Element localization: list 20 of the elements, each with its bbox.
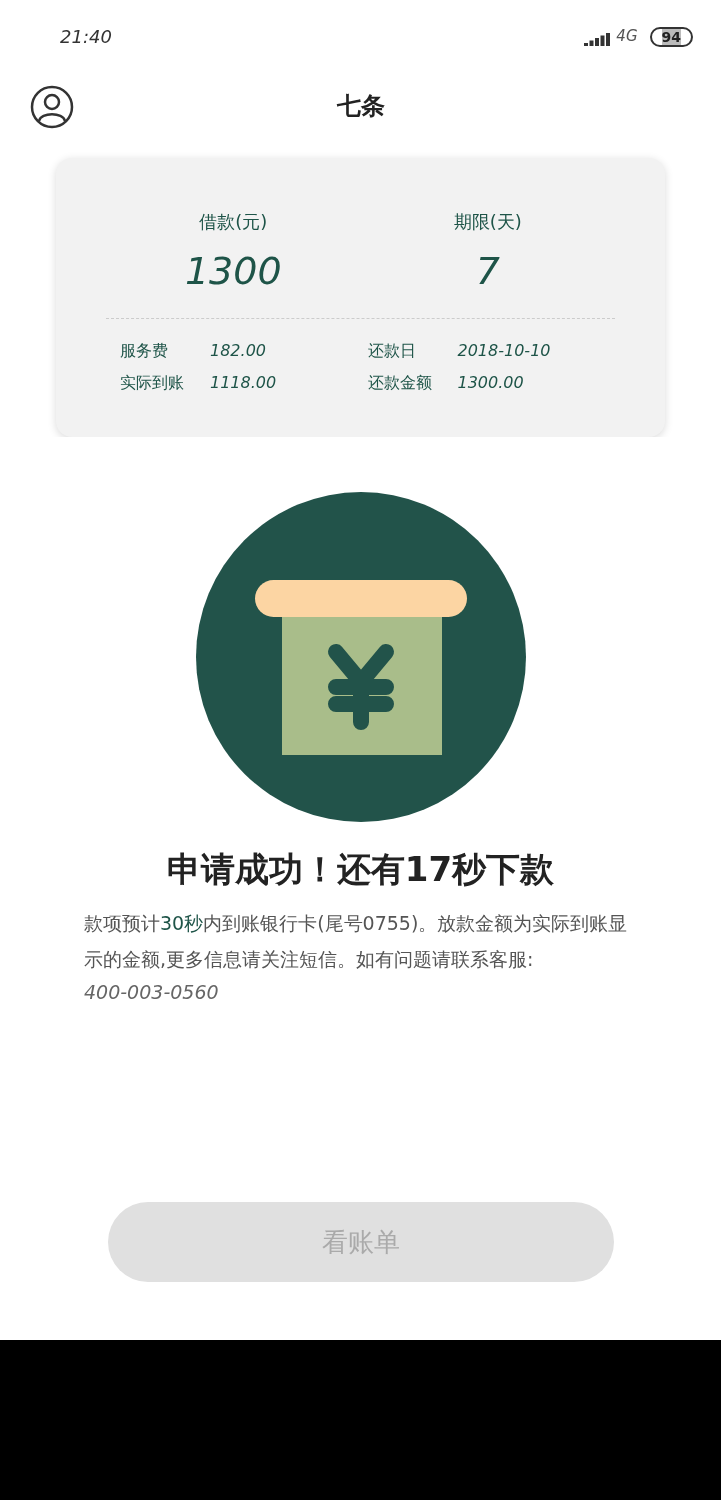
page-title: 七条 [336,90,385,122]
summary-value: 1300 [184,247,282,295]
detail-label: 还款日 [367,339,417,362]
detail-value: 1300.00 [457,371,524,394]
user-icon[interactable] [30,85,74,130]
detail-value: 2018-10-10 [457,339,551,362]
result-message: 款项预计30秒内到账银行卡(尾号0755)。放款金额为实际到账显示的金额,更多信息请关注短信。如有问题请联系客服: [83,911,629,972]
detail-value: 182.00 [210,339,266,362]
success-title: 申请成功！还有17秒下款 [166,848,555,891]
summary-label: 借款(元) [199,209,268,234]
summary-value: 7 [475,247,500,295]
detail-value: 1118.00 [210,371,277,394]
phone-number: 400-003-0560 [83,980,220,1005]
status-time: 21:40 [60,25,112,50]
detail-label: 服务费 [120,339,169,362]
summary-label: 期限(天) [453,209,522,234]
detail-label: 实际到账 [120,371,185,394]
network-label: 4G [616,26,638,48]
battery-indicator: 94 [649,26,693,47]
detail-label: 还款金额 [367,371,433,394]
